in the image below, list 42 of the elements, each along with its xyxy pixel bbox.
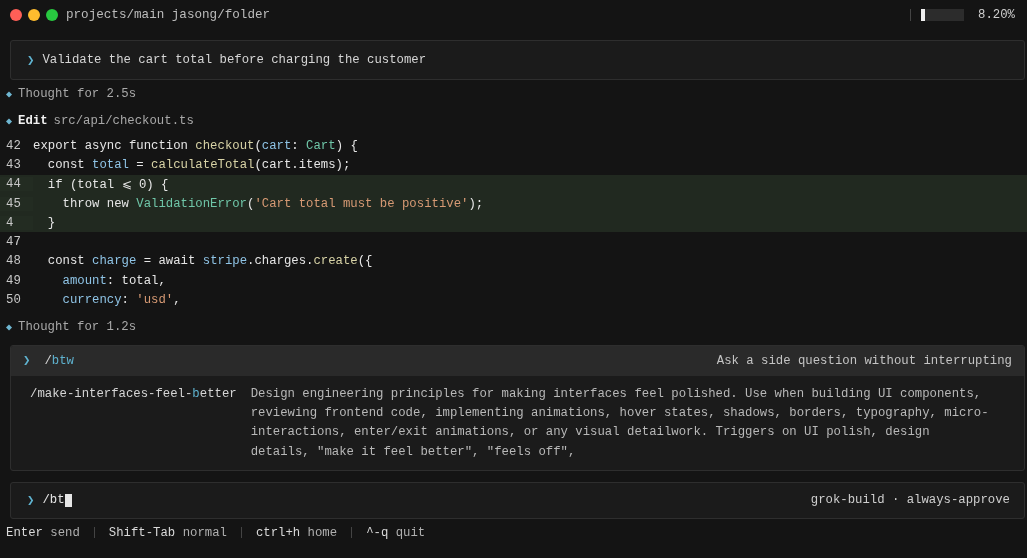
shortcut-hint: ctrl+h home [255,525,338,540]
diamond-icon: ◆ [6,114,13,127]
diamond-icon: ◆ [6,321,13,334]
shortcut-hint: Shift-Tab normal [108,525,227,540]
maximize-icon[interactable] [46,9,58,21]
text-cursor [64,493,72,507]
close-icon[interactable] [10,9,22,21]
chevron-icon: ❯ [23,353,31,369]
chevron-icon: ❯ [27,492,35,508]
command-query: /btw [44,353,74,368]
diamond-icon: ◆ [6,87,13,100]
input-text: /bt [42,493,65,508]
window-title: projects/main jasong/folder [66,8,271,22]
input-field[interactable]: ❯ /bt grok-build · always-approve [10,481,1025,519]
code-line: amount: total, [61,273,166,288]
thought-label: Thought for 1.2s [18,320,137,335]
code-line: const total = calculateTotal(cart.items); [46,157,351,172]
context-reading: 8.20% [978,8,1015,22]
line-number: 50 [5,293,22,307]
line-number: 42 [5,138,22,153]
prompt-text: Validate the cart total before charging the customer [42,53,427,67]
code-line: throw new ValidationError('Cart total must be positive'); [61,196,484,211]
chevron-icon: ❯ [27,52,35,68]
mode-label: grok-build · always-approve [810,493,1010,508]
code-line: export async function checkout(cart: Cart) { [33,138,358,153]
thought-label: Thought for 2.5s [18,86,137,101]
line-number: 49 [5,273,22,288]
line-number: 48 [5,254,22,269]
shortcut-hint: Enter send [6,525,80,540]
code-line: } [46,215,56,230]
file-path: src/api/checkout.ts [53,113,194,128]
shortcut-hint: ^-q quit [366,525,426,540]
code-line: currency: 'usd', [61,293,181,307]
command-hint: Ask a side question without interrupting [716,353,1012,368]
context-meter [921,9,965,21]
suggestion-item[interactable]: /make-interfaces-feel-better Design engineering principles for making interfaces feel polished. Use when building UI components, reviewing frontend code, implementing animations, hover states, shadows, borders, typography, micro-interactions, enter/exit animations, or any visual detailwork. Triggers on UI polish, design details, "make it feel better", "feels off", [11,375,1024,470]
code-line: const charge = await stripe.charges.create({ [46,254,373,269]
line-number: 47 [5,235,22,250]
edit-label: Edit [18,113,48,128]
minimize-icon[interactable] [28,9,40,21]
code-line: if (total ⩽ 0) { [46,176,169,192]
line-number: 43 [5,157,22,172]
